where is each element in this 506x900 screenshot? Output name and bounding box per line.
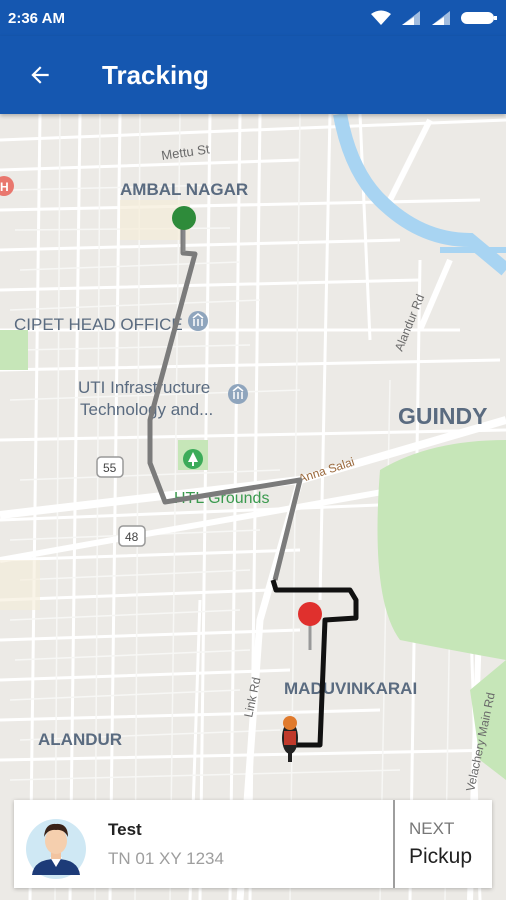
- driver-info[interactable]: Test TN 01 XY 1234: [14, 800, 395, 888]
- map-label-ambal-nagar: AMBAL NAGAR: [120, 180, 248, 199]
- poi-uti-icon: [228, 384, 248, 404]
- back-button[interactable]: [0, 36, 80, 114]
- driver-avatar-icon: [26, 819, 86, 879]
- poi-cipet-icon: [188, 311, 208, 331]
- signal-icon-2: [432, 11, 450, 25]
- svg-text:55: 55: [103, 461, 117, 475]
- battery-icon: [461, 12, 497, 24]
- map-label-guindy: GUINDY: [398, 403, 487, 429]
- wifi-icon: [371, 10, 391, 25]
- next-stop-label: NEXT: [409, 819, 455, 838]
- page-title: Tracking: [102, 59, 209, 90]
- app-bar: Tracking: [0, 36, 506, 114]
- vehicle-plate: TN 01 XY 1234: [108, 848, 224, 868]
- map-canvas[interactable]: Mettu St AMBAL NAGAR CIPET HEAD OFFICE U…: [0, 114, 506, 900]
- arrow-back-icon: [31, 66, 49, 84]
- map-label-alandur: ALANDUR: [38, 730, 122, 749]
- next-stop[interactable]: NEXT Pickup: [395, 800, 492, 888]
- route-48-shield: 48: [118, 525, 146, 547]
- poi-park-icon: [183, 449, 203, 469]
- status-time: 2:36 AM: [8, 9, 65, 27]
- status-bar: 2:36 AM: [0, 0, 506, 36]
- driver-card[interactable]: Test TN 01 XY 1234 NEXT Pickup: [14, 800, 492, 888]
- route-55-shield: 55: [96, 456, 124, 478]
- map-label-maduvinkarai: MADUVINKARAI: [284, 679, 417, 698]
- map-label-cipet: CIPET HEAD OFFICE: [14, 315, 183, 334]
- map-view[interactable]: Mettu St AMBAL NAGAR CIPET HEAD OFFICE U…: [0, 114, 506, 900]
- status-icons: [370, 10, 498, 26]
- svg-text:48: 48: [125, 530, 139, 544]
- map-label-uti-line1: UTI Infrastructure: [78, 378, 210, 397]
- svg-text:H: H: [0, 180, 9, 194]
- signal-icon: [402, 11, 420, 25]
- map-label-uti-line2: Technology and...: [80, 400, 213, 419]
- next-stop-value: Pickup: [409, 845, 473, 868]
- driver-name: Test: [108, 819, 142, 839]
